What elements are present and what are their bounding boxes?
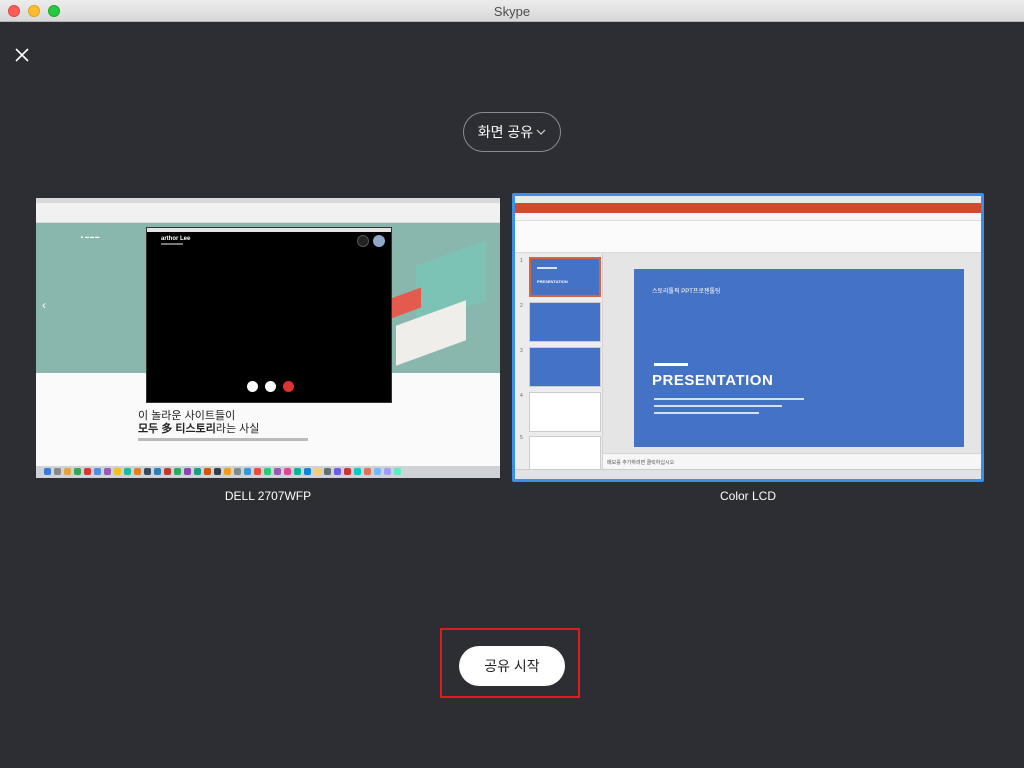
thumb-headline: 이 놀라운 사이트들이 모두 多 티스토리라는 사실 [138,410,260,435]
thumb-menubar [515,196,981,203]
chevron-left-icon: ‹ [42,298,46,312]
thumb-statusbar [515,469,981,479]
share-screen-dropdown[interactable]: 화면 공유 [463,112,561,152]
thumb-subtext [138,438,308,441]
screen-thumbnail: ▲ ▬ ▬ ▬ ‹ 이 놀라운 사이트들이 모두 多 티스토리라는 사실 art… [36,198,500,478]
thumb-illustration [386,233,496,366]
screen-label-color-lcd: Color LCD [719,489,776,503]
start-sharing-button[interactable]: 공유 시작 [459,646,565,686]
thumb-main-slide: 스토리툴픽 PPT프로젠툴팅 PRESENTATION [634,269,964,447]
thumb-ribbon-tabs [515,213,981,221]
thumb-ribbon [515,221,981,253]
skype-window: Skype 화면 공유 ▲ ▬ ▬ ▬ ‹ 이 놀라운 사이트들이 모두 多 티 [0,0,1024,768]
close-icon[interactable] [12,45,32,65]
thumb-dock [36,466,500,478]
title-bar: Skype [0,0,1024,22]
thumb-app-titlebar [515,203,981,213]
thumb-nav: ▲ ▬ ▬ ▬ [80,234,100,239]
window-title: Skype [493,4,531,19]
thumb-slide-panel: 1 PRESENTATION 2 3 4 5 [515,253,603,476]
thumb-browser-bar [36,203,500,223]
screen-thumbnail: 1 PRESENTATION 2 3 4 5 스토리툴픽 PPT프로젠툴팅 PR… [515,196,981,479]
screen-label-dell: DELL 2707WFP [224,489,312,503]
avatar [373,235,385,247]
thumb-notes: 메모를 추가하려면 클릭하십시오 [603,453,981,469]
thumb-call-window: arthor Lee [146,227,392,403]
share-screen-label: 화면 공유 [477,124,534,140]
chevron-down-icon [536,128,546,139]
